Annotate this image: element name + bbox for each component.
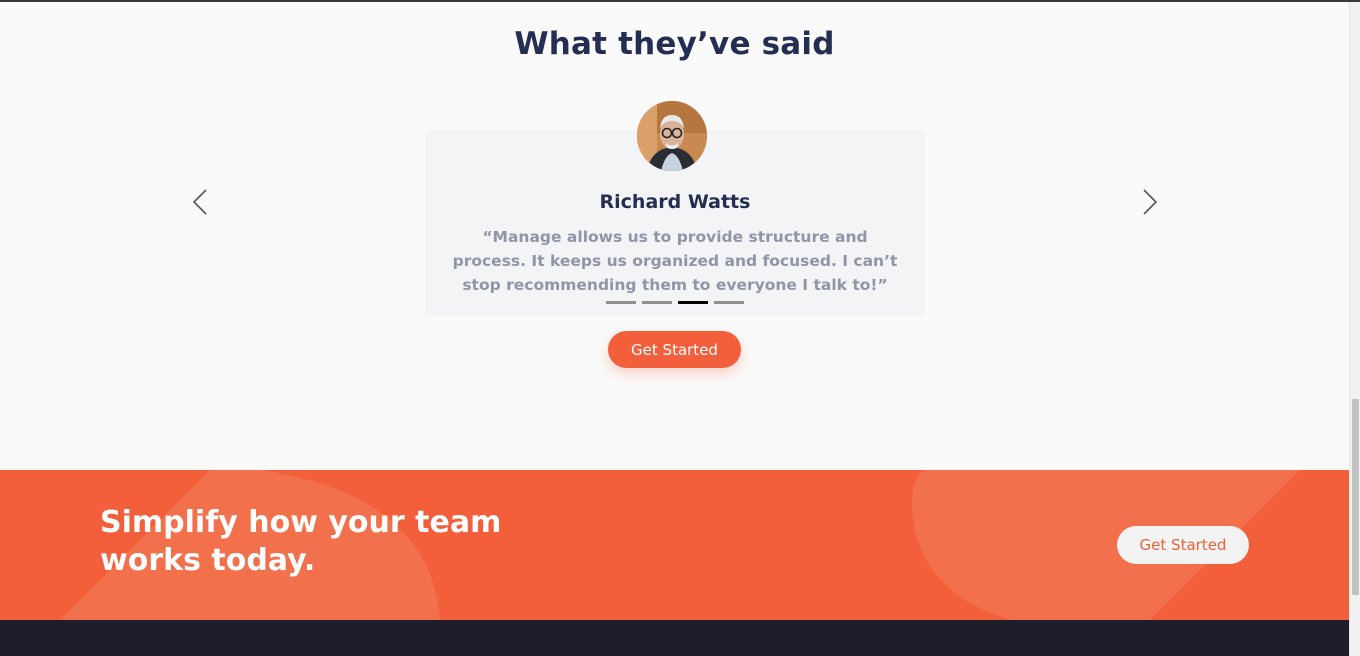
scrollbar-thumb[interactable]: [1352, 399, 1359, 595]
carousel-next-button[interactable]: [1137, 185, 1161, 219]
banner-title: Simplify how your team works today.: [100, 505, 502, 578]
section-title: What they’ve said: [514, 26, 835, 62]
carousel-prev-button[interactable]: [189, 185, 213, 219]
avatar: [637, 101, 707, 171]
carousel-dot[interactable]: [606, 301, 636, 304]
carousel-dot-active[interactable]: [678, 301, 708, 304]
carousel-indicators: [606, 301, 744, 304]
page-scrollbar[interactable]: [1349, 2, 1360, 656]
chevron-right-icon: [1143, 189, 1158, 215]
carousel-dot[interactable]: [642, 301, 672, 304]
testimonial-quote: “Manage allows us to provide structure a…: [452, 228, 898, 294]
cta-banner: Simplify how your team works today. Get …: [0, 470, 1349, 620]
chevron-left-icon: [192, 189, 207, 215]
carousel-dot[interactable]: [714, 301, 744, 304]
get-started-button[interactable]: Get Started: [608, 331, 741, 368]
reviewer-name: Richard Watts: [599, 191, 751, 213]
banner-get-started-button[interactable]: Get Started: [1117, 526, 1249, 564]
footer: [0, 620, 1349, 656]
